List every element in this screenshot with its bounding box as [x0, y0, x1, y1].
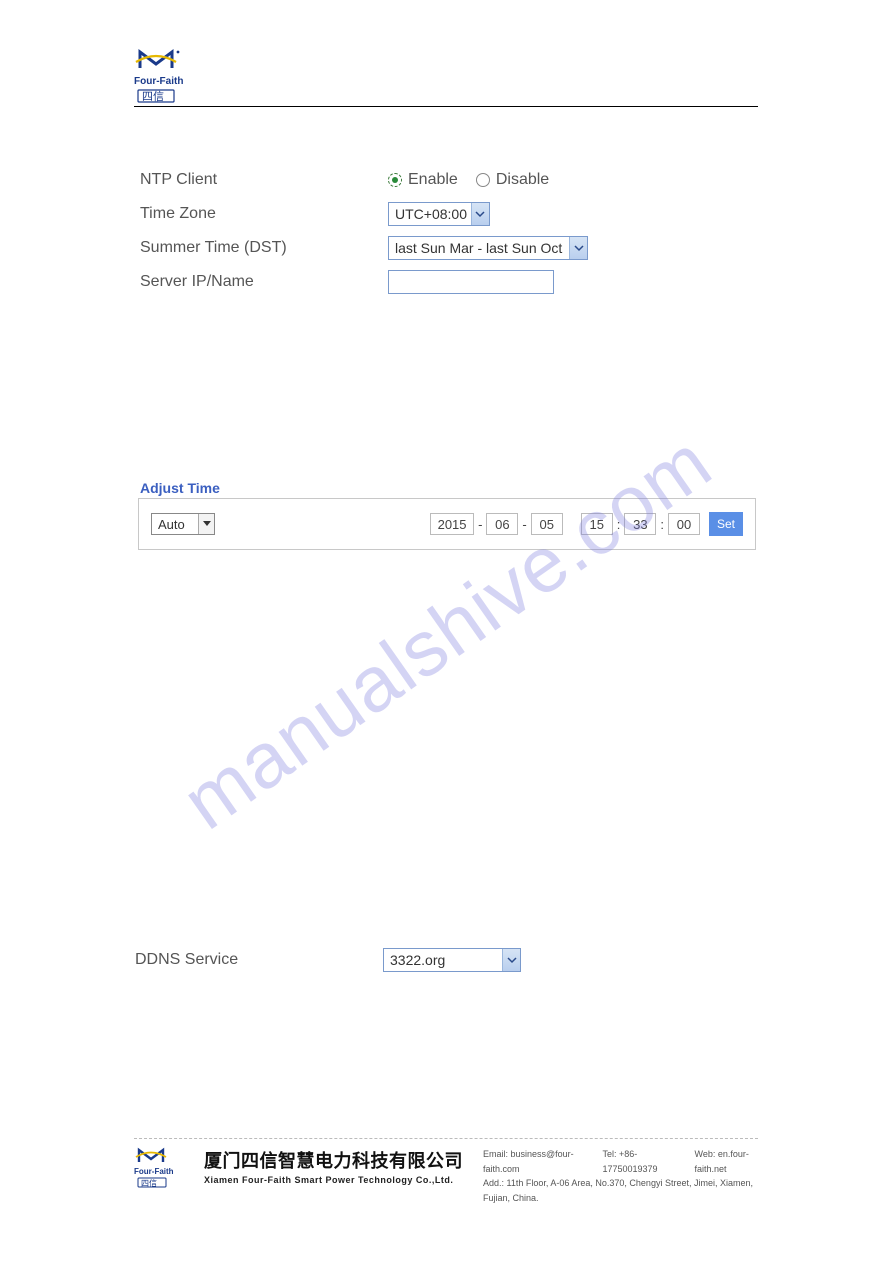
set-button[interactable]: Set	[709, 512, 743, 536]
adjust-time-section: Adjust Time Auto 2015 - 06 - 05 15 : 33 …	[138, 480, 756, 550]
dst-value: last Sun Mar - last Sun Oct	[395, 240, 569, 256]
dash-separator: -	[477, 517, 483, 532]
enable-label: Enable	[408, 171, 458, 189]
chevron-down-icon	[471, 203, 489, 225]
ntp-enable-option[interactable]: Enable	[388, 171, 458, 189]
adjust-mode-value: Auto	[158, 517, 185, 532]
footer-contact: Email: business@four-faith.com Tel: +86-…	[483, 1147, 758, 1205]
dst-select[interactable]: last Sun Mar - last Sun Oct	[388, 236, 588, 260]
hour-input[interactable]: 15	[581, 513, 613, 535]
ntp-settings-form: NTP Client Enable Disable Time Zone UTC+…	[140, 164, 760, 300]
server-label: Server IP/Name	[140, 273, 388, 291]
footer-tel: Tel: +86-17750019379	[602, 1147, 668, 1176]
chevron-down-icon	[502, 949, 520, 971]
company-name-en: Xiamen Four-Faith Smart Power Technology…	[204, 1175, 463, 1185]
dst-row: Summer Time (DST) last Sun Mar - last Su…	[140, 232, 760, 264]
ddns-row: DDNS Service 3322.org	[135, 948, 755, 972]
adjust-mode-select[interactable]: Auto	[151, 513, 215, 535]
page-footer: Four-Faith 四信 厦门四信智慧电力科技有限公司 Xiamen Four…	[134, 1138, 758, 1205]
colon-separator: :	[616, 517, 622, 532]
chevron-down-icon	[569, 237, 587, 259]
timezone-label: Time Zone	[140, 205, 388, 223]
footer-web: Web: en.four-faith.net	[695, 1147, 758, 1176]
dash-separator: -	[521, 517, 527, 532]
ddns-select[interactable]: 3322.org	[383, 948, 521, 972]
colon-separator: :	[659, 517, 665, 532]
svg-text:Four-Faith: Four-Faith	[134, 1167, 174, 1176]
minute-input[interactable]: 33	[624, 513, 656, 535]
day-input[interactable]: 05	[531, 513, 563, 535]
server-input[interactable]	[388, 270, 554, 294]
header-rule	[134, 106, 758, 107]
footer-company: 厦门四信智慧电力科技有限公司 Xiamen Four-Faith Smart P…	[204, 1147, 463, 1185]
timezone-select[interactable]: UTC+08:00	[388, 202, 490, 226]
ddns-label: DDNS Service	[135, 951, 383, 969]
page-header: Four-Faith 四信	[134, 48, 758, 109]
company-name-cn: 厦门四信智慧电力科技有限公司	[204, 1151, 463, 1171]
ntp-client-row: NTP Client Enable Disable	[140, 164, 760, 196]
radio-checked-icon	[388, 173, 402, 187]
ddns-value: 3322.org	[390, 952, 502, 968]
radio-unchecked-icon	[476, 173, 490, 187]
footer-email: Email: business@four-faith.com	[483, 1147, 576, 1176]
disable-label: Disable	[496, 171, 549, 189]
brand-logo: Four-Faith 四信	[134, 48, 216, 104]
footer-address: Add.: 11th Floor, A-06 Area, No.370, Che…	[483, 1178, 753, 1202]
dst-label: Summer Time (DST)	[140, 239, 388, 257]
ntp-client-radio-group: Enable Disable	[388, 171, 549, 189]
ntp-client-label: NTP Client	[140, 171, 388, 189]
adjust-time-box: Auto 2015 - 06 - 05 15 : 33 : 00 Set	[138, 498, 756, 550]
caret-down-icon	[198, 514, 214, 534]
footer-logo: Four-Faith 四信	[134, 1147, 194, 1189]
month-input[interactable]: 06	[486, 513, 518, 535]
adjust-time-legend: Adjust Time	[140, 480, 756, 496]
footer-rule	[134, 1138, 758, 1139]
datetime-inputs: 2015 - 06 - 05 15 : 33 : 00 Set	[430, 512, 743, 536]
svg-text:四信: 四信	[142, 90, 164, 103]
timezone-row: Time Zone UTC+08:00	[140, 198, 760, 230]
second-input[interactable]: 00	[668, 513, 700, 535]
svg-text:四信: 四信	[141, 1178, 157, 1188]
year-input[interactable]: 2015	[430, 513, 474, 535]
brand-text: Four-Faith	[134, 76, 183, 87]
timezone-value: UTC+08:00	[395, 206, 471, 222]
server-row: Server IP/Name	[140, 266, 760, 298]
ntp-disable-option[interactable]: Disable	[476, 171, 549, 189]
